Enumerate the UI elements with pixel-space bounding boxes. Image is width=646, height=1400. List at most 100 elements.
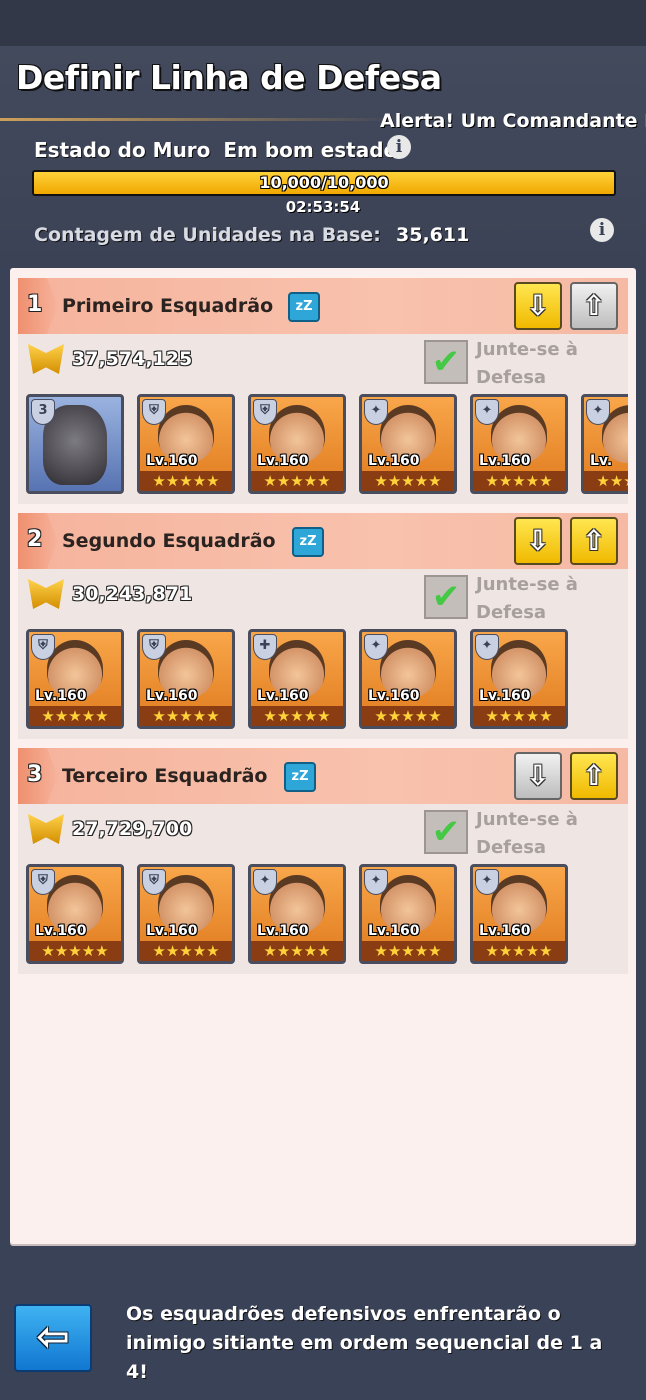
star-badge-icon: ✦ — [253, 869, 277, 895]
shield-badge-icon: ⛨ — [142, 869, 166, 895]
star-badge-icon: ✦ — [475, 869, 499, 895]
hero-level: Lv.160 — [257, 923, 309, 939]
join-defense-label: Junte-se à Defesa — [476, 339, 578, 388]
hero-list: ⛨ Lv.160 ★★★★★ ⛨ Lv.160 ★★★★★ ✚ Lv.160 ★★★★★ ✦ Lv.… — [26, 629, 628, 733]
hero-card[interactable]: ✦ Lv.160 ★★★★★ — [248, 864, 346, 964]
units-info-icon[interactable]: i — [590, 218, 614, 242]
hero-card[interactable]: ✦ Lv. ★★★★★ — [581, 394, 628, 494]
star-badge-icon: ✦ — [475, 399, 499, 425]
hero-stars: ★★★★★ — [140, 941, 232, 961]
join-defense-label: Junte-se à Defesa — [476, 809, 578, 858]
hero-card[interactable]: ✦ Lv.160 ★★★★★ — [359, 629, 457, 729]
hero-level: Lv.160 — [479, 923, 531, 939]
squad-3: 3 Terceiro Esquadrão zZ ⇩ ⇧ 27,729,700 ✔… — [18, 748, 628, 974]
move-up-button[interactable]: ⇧ — [570, 752, 618, 800]
move-down-button[interactable]: ⇩ — [514, 752, 562, 800]
star-badge-icon: ✦ — [586, 399, 610, 425]
shield-badge-icon: ⛨ — [31, 634, 55, 660]
squad-number-tag: 1 — [18, 278, 58, 334]
squad-1: 1 Primeiro Esquadrão zZ ⇩ ⇧ 37,574,125 ✔… — [18, 278, 628, 504]
wall-info-icon[interactable]: i — [387, 135, 411, 159]
hero-card[interactable]: ✦ Lv.160 ★★★★★ — [470, 864, 568, 964]
squad-header: 3 Terceiro Esquadrão zZ ⇩ ⇧ — [18, 748, 628, 804]
squad-number-tag: 3 — [18, 748, 58, 804]
hero-level: Lv.160 — [479, 688, 531, 704]
squad-power: 30,243,871 — [72, 583, 193, 605]
page-title: Definir Linha de Defesa — [16, 58, 442, 97]
hero-stars: ★★★★★ — [362, 706, 454, 726]
hero-level: Lv.160 — [257, 453, 309, 469]
hero-stars: ★★★★★ — [584, 471, 628, 491]
hero-level: Lv.160 — [35, 923, 87, 939]
squad-2: 2 Segundo Esquadrão zZ ⇩ ⇧ 30,243,871 ✔ … — [18, 513, 628, 739]
wall-label: Estado do Muro — [34, 138, 211, 162]
move-up-button[interactable]: ⇧ — [570, 517, 618, 565]
join-defense-checkbox[interactable]: ✔ — [424, 575, 468, 619]
shield-badge-icon: ⛨ — [31, 869, 55, 895]
title-sparkle-decoration — [0, 118, 400, 121]
alert-ticker: Alerta! Um Comandante P — [380, 110, 646, 132]
squad-name: Primeiro Esquadrão — [62, 295, 274, 317]
hero-level: Lv. — [590, 453, 613, 469]
join-defense-label: Junte-se à Defesa — [476, 574, 578, 623]
back-button[interactable]: ⇦ — [14, 1304, 92, 1372]
power-icon — [28, 579, 64, 609]
hero-card[interactable]: ✦ Lv.160 ★★★★★ — [359, 394, 457, 494]
hero-card[interactable]: ⛨ Lv.160 ★★★★★ — [137, 394, 235, 494]
hero-stars: ★★★★★ — [473, 471, 565, 491]
wall-status: Em bom estado — [223, 138, 398, 162]
hero-level: Lv.160 — [35, 688, 87, 704]
hero-card[interactable]: ✦ Lv.160 ★★★★★ — [359, 864, 457, 964]
hero-stars: ★★★★★ — [251, 941, 343, 961]
wall-progress-text: 10,000/10,000 — [259, 173, 389, 192]
squad-name: Segundo Esquadrão — [62, 530, 276, 552]
hero-card[interactable]: 3 — [26, 394, 124, 494]
move-up-button[interactable]: ⇧ — [570, 282, 618, 330]
hero-card[interactable]: ✚ Lv.160 ★★★★★ — [248, 629, 346, 729]
hero-card[interactable]: ⛨ Lv.160 ★★★★★ — [137, 864, 235, 964]
star-badge-icon: ✦ — [364, 634, 388, 660]
shield-badge-icon: ⛨ — [142, 634, 166, 660]
hero-card[interactable]: ✦ Lv.160 ★★★★★ — [470, 394, 568, 494]
star-badge-icon: ✦ — [475, 634, 499, 660]
hero-stars: ★★★★★ — [362, 471, 454, 491]
hero-stars: ★★★★★ — [140, 471, 232, 491]
hero-level: Lv.160 — [368, 688, 420, 704]
footer-hint: Os esquadrões defensivos enfrentarão o i… — [126, 1303, 603, 1383]
join-defense-checkbox[interactable]: ✔ — [424, 810, 468, 854]
hero-card[interactable]: ⛨ Lv.160 ★★★★★ — [137, 629, 235, 729]
hero-stars: ★★★★★ — [29, 706, 121, 726]
star-badge-icon: ✦ — [364, 399, 388, 425]
squads-panel: 1 Primeiro Esquadrão zZ ⇩ ⇧ 37,574,125 ✔… — [10, 268, 636, 1244]
squad-number: 1 — [27, 292, 43, 317]
sleep-icon: zZ — [288, 292, 320, 322]
move-down-button[interactable]: ⇩ — [514, 517, 562, 565]
hero-card[interactable]: ✦ Lv.160 ★★★★★ — [470, 629, 568, 729]
wall-timer: 02:53:54 — [285, 198, 361, 216]
move-down-button[interactable]: ⇩ — [514, 282, 562, 330]
hero-card[interactable]: ⛨ Lv.160 ★★★★★ — [248, 394, 346, 494]
hero-level: Lv.160 — [479, 453, 531, 469]
squad-header: 2 Segundo Esquadrão zZ ⇩ ⇧ — [18, 513, 628, 569]
join-defense-checkbox[interactable]: ✔ — [424, 340, 468, 384]
hero-stars: ★★★★★ — [29, 941, 121, 961]
hero-level: Lv.160 — [146, 923, 198, 939]
hero-card[interactable]: ⛨ Lv.160 ★★★★★ — [26, 864, 124, 964]
hero-stars: ★★★★★ — [473, 706, 565, 726]
power-icon — [28, 344, 64, 374]
hero-card[interactable]: ⛨ Lv.160 ★★★★★ — [26, 629, 124, 729]
star-badge-icon: ✦ — [364, 869, 388, 895]
power-icon — [28, 814, 64, 844]
plus-badge-icon: ✚ — [253, 634, 277, 660]
squad-power: 37,574,125 — [72, 348, 193, 370]
squad-header: 1 Primeiro Esquadrão zZ ⇩ ⇧ — [18, 278, 628, 334]
hero-stars: ★★★★★ — [140, 706, 232, 726]
hero-list: 3 ⛨ Lv.160 ★★★★★ ⛨ Lv.160 ★★★★★ ✦ Lv.160 ★★★★★ ✦ Lv… — [26, 394, 628, 498]
sleep-icon: zZ — [292, 527, 324, 557]
hero-stars: ★★★★★ — [251, 471, 343, 491]
hero-level: Lv.160 — [257, 688, 309, 704]
squad-number: 3 — [27, 762, 43, 787]
units-label: Contagem de Unidades na Base: — [34, 224, 381, 246]
rank-badge: 3 — [31, 399, 55, 425]
hero-stars: ★★★★★ — [251, 706, 343, 726]
